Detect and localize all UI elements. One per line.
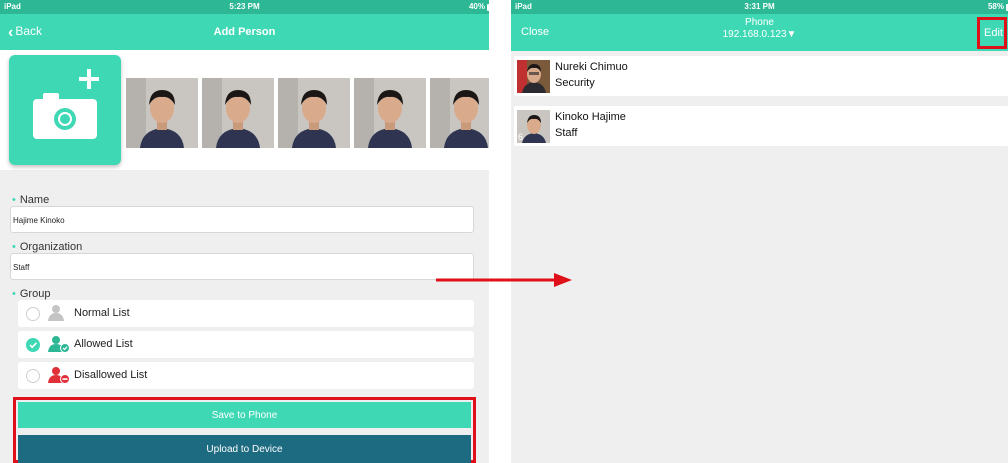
avatar [517, 60, 550, 93]
face-photo[interactable] [278, 78, 350, 148]
group-label: • Group [12, 288, 51, 300]
user-blocked-icon [48, 367, 70, 384]
upload-to-device-button[interactable]: Upload to Device [18, 435, 471, 463]
person-name: Kinoko Hajime [555, 111, 626, 123]
list-item[interactable]: 6 Kinoko Hajime Staff [514, 106, 1008, 146]
group-option-label: Normal List [74, 307, 130, 319]
radio-button[interactable] [26, 369, 40, 383]
person-organization: Security [555, 77, 595, 89]
camera-plus-icon [33, 69, 99, 139]
required-dot-icon: • [12, 288, 16, 300]
status-time: 3:31 PM [744, 2, 775, 11]
device-label: iPad [4, 2, 21, 11]
battery-percent: 40% [468, 2, 485, 11]
organization-label: • Organization [12, 241, 83, 253]
nav-bar: Close Phone 192.168.0.123▼ Edit [511, 14, 1008, 51]
back-label: Back [15, 24, 43, 38]
back-button[interactable]: ‹ Back [8, 24, 42, 42]
face-photo[interactable] [354, 78, 426, 148]
face-photo[interactable] [126, 78, 198, 148]
status-bar: iPad 5:23 PM 40% [0, 0, 489, 14]
highlighted-button-group: Save to Phone Upload to Device [13, 397, 476, 463]
person-name: Nureki Chimuo [555, 61, 628, 73]
edit-button[interactable]: Edit [977, 17, 1007, 49]
face-photo[interactable] [202, 78, 274, 148]
battery-indicator: 58% [987, 2, 1008, 11]
device-ip-dropdown[interactable]: 192.168.0.123▼ [723, 29, 797, 41]
add-person-screen: iPad 5:23 PM 40% ‹ Back Add Person • Name … [0, 0, 489, 463]
user-allowed-icon [48, 336, 70, 353]
avatar: 6 [517, 110, 550, 143]
battery-icon [487, 4, 489, 11]
name-label: • Name [12, 194, 50, 206]
status-bar: iPad 3:31 PM 58% [511, 0, 1008, 14]
required-dot-icon: • [12, 194, 16, 206]
close-button[interactable]: Close [521, 26, 549, 38]
organization-field[interactable]: Staff [10, 253, 474, 280]
radio-button[interactable] [26, 307, 40, 321]
photo-strip [0, 50, 489, 170]
radio-button-checked[interactable] [26, 338, 40, 352]
battery-percent: 58% [987, 2, 1004, 11]
page-title: Phone [745, 17, 774, 28]
status-time: 5:23 PM [229, 2, 260, 11]
group-option-label: Disallowed List [74, 369, 148, 381]
person-organization: Staff [555, 127, 578, 139]
group-option-allowed[interactable]: Allowed List [18, 331, 474, 358]
add-photo-button[interactable] [9, 55, 121, 165]
device-selector[interactable]: Phone 192.168.0.123▼ [723, 17, 797, 41]
group-option-normal[interactable]: Normal List [18, 300, 474, 327]
face-photo[interactable] [430, 78, 489, 148]
name-field[interactable]: Hajime Kinoko [10, 206, 474, 233]
save-to-phone-button[interactable]: Save to Phone [18, 402, 471, 428]
required-dot-icon: • [12, 241, 16, 253]
photo-count: 6 [518, 132, 524, 142]
nav-bar: ‹ Back Add Person [0, 14, 489, 50]
chevron-left-icon: ‹ [8, 24, 14, 41]
battery-indicator: 40% [468, 2, 489, 11]
group-option-label: Allowed List [74, 338, 133, 350]
group-option-disallowed[interactable]: Disallowed List [18, 362, 474, 389]
device-label: iPad [515, 2, 532, 11]
user-icon [48, 305, 64, 321]
checkmark-icon [29, 342, 38, 349]
page-title: Add Person [213, 26, 276, 38]
list-item[interactable]: Nureki Chimuo Security [514, 56, 1008, 96]
phone-list-screen: iPad 3:31 PM 58% Close Phone 192.168.0.1… [511, 0, 1008, 463]
